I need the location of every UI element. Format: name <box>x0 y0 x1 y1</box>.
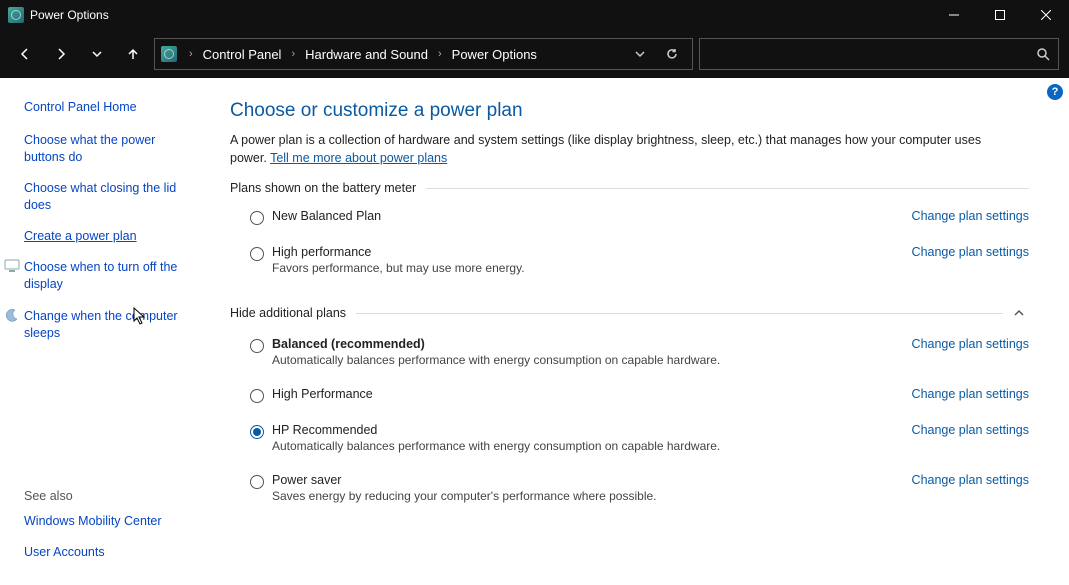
plan-row: Power saver Saves energy by reducing you… <box>230 469 1029 509</box>
maximize-button[interactable] <box>977 0 1023 30</box>
search-box[interactable] <box>699 38 1059 70</box>
sidebar-link-create-plan[interactable]: Create a power plan <box>24 228 196 245</box>
plan-radio[interactable] <box>250 475 264 489</box>
window-title: Power Options <box>30 8 109 22</box>
breadcrumb-item[interactable]: Hardware and Sound <box>303 47 430 62</box>
sidebar-item-label: Choose when to turn off the display <box>24 260 177 291</box>
see-also-header: See also <box>24 489 196 503</box>
breadcrumb-item[interactable]: Control Panel <box>201 47 284 62</box>
plan-name[interactable]: HP Recommended <box>272 423 892 437</box>
plan-name[interactable]: New Balanced Plan <box>272 209 892 223</box>
change-plan-settings-link[interactable]: Change plan settings <box>912 423 1029 437</box>
plan-description: Automatically balances performance with … <box>272 353 892 367</box>
divider <box>426 188 1029 189</box>
app-icon <box>8 7 24 23</box>
plan-row: High performance Favors performance, but… <box>230 241 1029 281</box>
section-label: Plans shown on the battery meter <box>230 181 416 195</box>
plan-name[interactable]: High Performance <box>272 387 892 401</box>
plan-row: High Performance Change plan settings <box>230 383 1029 409</box>
see-also-user-accounts[interactable]: User Accounts <box>24 544 196 561</box>
sidebar-link-power-buttons[interactable]: Choose what the power buttons do <box>24 132 196 166</box>
main-pane: Choose or customize a power plan A power… <box>210 78 1069 585</box>
intro-text: A power plan is a collection of hardware… <box>230 132 990 167</box>
refresh-button[interactable] <box>658 40 686 68</box>
plan-description: Automatically balances performance with … <box>272 439 892 453</box>
chevron-right-icon[interactable]: › <box>185 48 197 60</box>
sidebar: Control Panel Home Choose what the power… <box>0 78 210 585</box>
close-button[interactable] <box>1023 0 1069 30</box>
chevron-right-icon[interactable]: › <box>287 48 299 60</box>
forward-button[interactable] <box>46 39 76 69</box>
control-panel-home-link[interactable]: Control Panel Home <box>24 100 196 114</box>
plan-row: New Balanced Plan Change plan settings <box>230 205 1029 231</box>
change-plan-settings-link[interactable]: Change plan settings <box>912 209 1029 223</box>
tell-me-more-link[interactable]: Tell me more about power plans <box>270 151 447 165</box>
address-dropdown[interactable] <box>626 40 654 68</box>
plan-description: Saves energy by reducing your computer's… <box>272 489 892 503</box>
divider <box>356 313 1003 314</box>
plan-name[interactable]: Power saver <box>272 473 892 487</box>
toolbar: › Control Panel › Hardware and Sound › P… <box>0 30 1069 78</box>
sidebar-link-closing-lid[interactable]: Choose what closing the lid does <box>24 180 196 214</box>
titlebar: Power Options <box>0 0 1069 30</box>
plan-description: Favors performance, but may use more ene… <box>272 261 892 275</box>
section-additional-plans[interactable]: Hide additional plans <box>230 303 1029 323</box>
section-battery-meter: Plans shown on the battery meter <box>230 181 1029 195</box>
plan-radio[interactable] <box>250 389 264 403</box>
back-button[interactable] <box>10 39 40 69</box>
breadcrumb-item[interactable]: Power Options <box>450 47 539 62</box>
up-button[interactable] <box>118 39 148 69</box>
sidebar-link-turn-off-display[interactable]: Choose when to turn off the display <box>24 258 196 293</box>
plan-radio[interactable] <box>250 339 264 353</box>
chevron-right-icon[interactable]: › <box>434 48 446 60</box>
plan-row: Balanced (recommended) Automatically bal… <box>230 333 1029 373</box>
section-label: Hide additional plans <box>230 306 346 320</box>
change-plan-settings-link[interactable]: Change plan settings <box>912 387 1029 401</box>
collapse-icon[interactable] <box>1009 303 1029 323</box>
plan-radio[interactable] <box>250 211 264 225</box>
change-plan-settings-link[interactable]: Change plan settings <box>912 245 1029 259</box>
sidebar-item-label: Change when the computer sleeps <box>24 309 178 340</box>
moon-icon <box>4 307 20 323</box>
plan-name[interactable]: Balanced (recommended) <box>272 337 892 351</box>
search-icon <box>1036 47 1050 61</box>
change-plan-settings-link[interactable]: Change plan settings <box>912 473 1029 487</box>
minimize-button[interactable] <box>931 0 977 30</box>
address-bar[interactable]: › Control Panel › Hardware and Sound › P… <box>154 38 693 70</box>
help-icon[interactable]: ? <box>1047 84 1063 100</box>
see-also-mobility-center[interactable]: Windows Mobility Center <box>24 513 196 530</box>
page-heading: Choose or customize a power plan <box>230 100 1029 122</box>
recent-dropdown[interactable] <box>82 39 112 69</box>
plan-row: HP Recommended Automatically balances pe… <box>230 419 1029 459</box>
plan-radio[interactable] <box>250 425 264 439</box>
plan-radio[interactable] <box>250 247 264 261</box>
content-area: ? Control Panel Home Choose what the pow… <box>0 78 1069 585</box>
sidebar-link-computer-sleeps[interactable]: Change when the computer sleeps <box>24 307 196 342</box>
monitor-icon <box>4 258 20 274</box>
plan-name[interactable]: High performance <box>272 245 892 259</box>
location-icon <box>161 46 177 62</box>
change-plan-settings-link[interactable]: Change plan settings <box>912 337 1029 351</box>
